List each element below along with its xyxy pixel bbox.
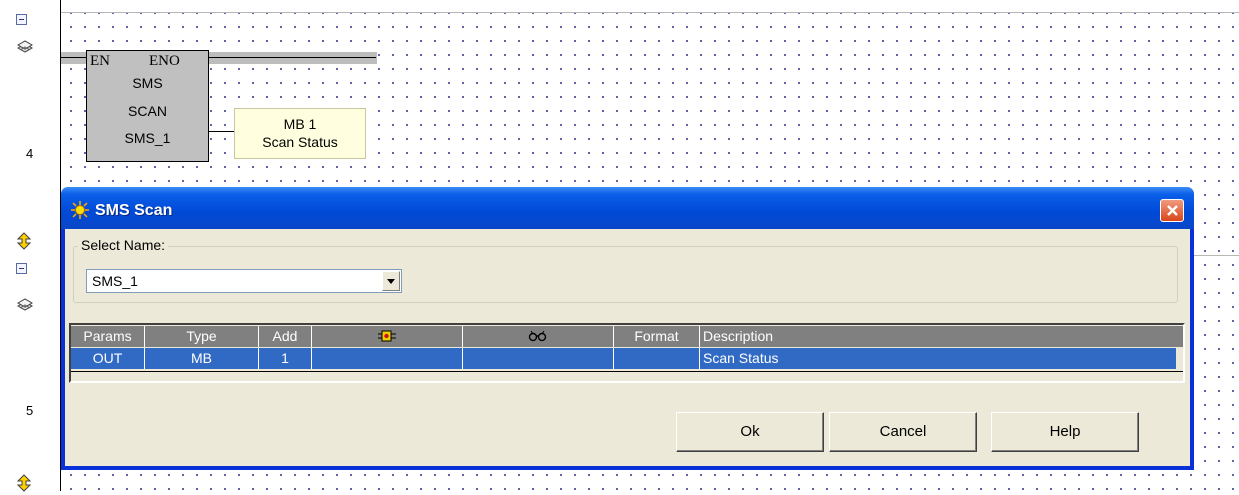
cell-format[interactable] [614,348,700,369]
input-wire [61,57,87,58]
close-icon [1167,205,1178,216]
io-module-icon [378,330,396,342]
eno-wire [208,57,376,58]
cancel-button[interactable]: Cancel [829,412,977,452]
chevron-down-icon[interactable] [382,271,400,291]
select-name-label: Select Name: [78,237,169,253]
block-name-line: SMS [132,75,163,91]
column-header-watch[interactable] [463,326,614,347]
help-button[interactable]: Help [991,412,1139,452]
en-pin-label: EN [90,53,110,69]
table-row[interactable]: OUT MB 1 Scan Status [71,348,1176,369]
column-header-io-module[interactable] [312,326,463,347]
rung-number: 4 [26,146,34,161]
column-header-type[interactable]: Type [145,326,259,347]
cell-watch[interactable] [463,348,614,369]
network-stack-icon[interactable] [16,297,34,313]
dialog-titlebar[interactable]: SMS Scan [61,187,1194,229]
dialog-client: Select Name: SMS_1 Params Type Add Forma… [65,229,1190,466]
select-name-combobox[interactable]: SMS_1 [86,269,402,293]
dialog-title: SMS Scan [95,202,173,219]
close-button[interactable] [1160,199,1184,222]
block-name-line: SCAN [128,103,167,119]
column-header-params[interactable]: Params [71,326,145,347]
cell-params[interactable]: OUT [71,348,145,369]
cell-description[interactable]: Scan Status [700,348,1176,369]
output-wire [209,131,234,132]
sun-icon [71,201,89,219]
output-operand-box[interactable]: MB 1 Scan Status [234,108,366,159]
binoculars-icon [528,330,547,342]
column-header-format[interactable]: Format [614,326,700,347]
params-table: Params Type Add Format Description OUT M… [69,323,1185,383]
block-instance-line: SMS_1 [124,130,171,146]
collapse-rung-icon[interactable] [16,263,32,279]
collapse-rung-icon[interactable] [16,14,32,30]
rung-number: 5 [26,403,34,418]
operand-address: MB 1 [283,116,317,132]
table-divider [71,371,1183,372]
rung-separator [61,12,1239,13]
cell-add[interactable]: 1 [259,348,312,369]
sms-scan-dialog: SMS Scan Select Name: SMS_1 Params Type … [61,187,1194,470]
move-rung-icon[interactable] [16,474,32,492]
move-rung-icon[interactable] [16,232,32,250]
eno-pin-label: ENO [149,53,180,69]
ok-button[interactable]: Ok [676,412,824,452]
network-stack-icon[interactable] [16,39,34,55]
column-header-description[interactable]: Description [700,326,1183,347]
select-name-value: SMS_1 [92,273,138,289]
column-header-add[interactable]: Add [259,326,312,347]
rung-gutter: 4 5 [0,0,61,492]
operand-symbol: Scan Status [262,134,338,150]
cell-type[interactable]: MB [145,348,259,369]
cell-io-module[interactable] [312,348,463,369]
sms-scan-function-block[interactable]: EN ENO SMS SCAN SMS_1 [86,50,209,162]
table-header-row: Params Type Add Format Description [71,326,1183,347]
